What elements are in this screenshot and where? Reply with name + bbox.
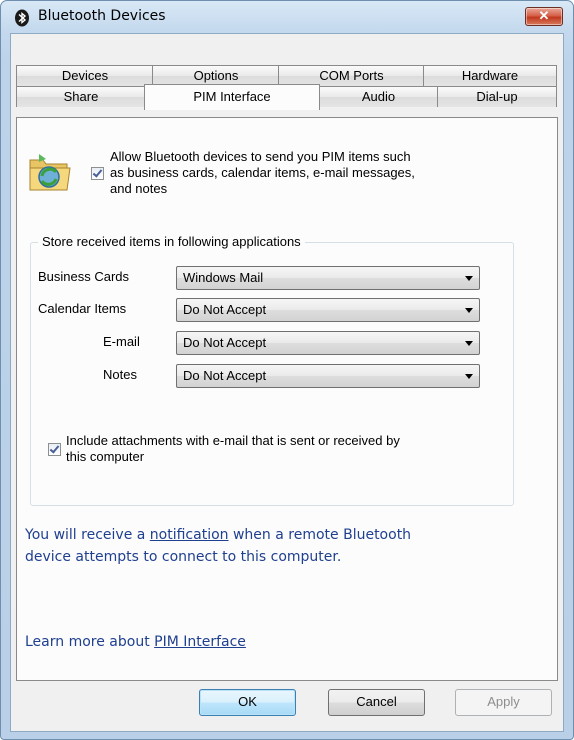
include-attachments-label-line2: this computer	[66, 449, 145, 464]
pim-interface-link[interactable]: PIM Interface	[154, 634, 246, 650]
pim-folder-icon	[29, 154, 71, 191]
calendar-items-label: Calendar Items	[38, 301, 127, 316]
tab-options[interactable]: Options	[152, 65, 280, 86]
notification-text-post: when a remote Bluetooth	[228, 527, 412, 543]
tab-hardware[interactable]: Hardware	[423, 65, 557, 86]
tab-pim-interface[interactable]: PIM Interface	[144, 84, 320, 110]
notes-select[interactable]: Do Not Accept	[176, 364, 480, 388]
notification-text-pre: You will receive a	[25, 527, 150, 543]
group-title: Store received items in following applic…	[38, 234, 305, 249]
learn-more-pre: Learn more about	[25, 634, 155, 650]
email-select[interactable]: Do Not Accept	[176, 331, 480, 355]
window-title: Bluetooth Devices	[38, 8, 166, 24]
dropdown-arrow-icon	[465, 308, 473, 313]
learn-more-text: Learn more about PIM Interface	[25, 631, 246, 653]
dropdown-arrow-icon	[465, 276, 473, 281]
include-attachments-label-line1: Include attachments with e-mail that is …	[66, 433, 400, 448]
tab-devices[interactable]: Devices	[16, 65, 154, 86]
tab-dial-up[interactable]: Dial-up	[437, 86, 557, 107]
allow-pim-checkbox[interactable]	[91, 167, 104, 180]
ok-button[interactable]: OK	[199, 689, 296, 716]
business-cards-select[interactable]: Windows Mail	[176, 266, 480, 290]
allow-pim-label-line2: as business cards, calendar items, e-mai…	[110, 165, 415, 180]
cancel-button[interactable]: Cancel	[328, 689, 425, 716]
title-bar[interactable]: Bluetooth Devices ✕	[1, 1, 573, 33]
calendar-items-value: Do Not Accept	[183, 302, 267, 317]
allow-pim-label-line3: and notes	[110, 181, 168, 196]
close-icon: ✕	[538, 8, 550, 23]
calendar-items-select[interactable]: Do Not Accept	[176, 298, 480, 322]
include-attachments-checkbox[interactable]	[48, 443, 61, 456]
email-label: E-mail	[103, 334, 140, 349]
business-cards-value: Windows Mail	[183, 270, 264, 285]
allow-pim-label-line1: Allow Bluetooth devices to send you PIM …	[110, 149, 411, 164]
dialog-client-area: Devices Options COM Ports Hardware Share…	[10, 33, 564, 732]
business-cards-label: Business Cards	[38, 269, 130, 284]
close-button[interactable]: ✕	[525, 7, 563, 26]
pim-interface-panel: Allow Bluetooth devices to send you PIM …	[16, 117, 558, 681]
apply-button[interactable]: Apply	[455, 689, 552, 716]
notification-info-line1: You will receive a notification when a r…	[25, 524, 411, 546]
dropdown-arrow-icon	[465, 374, 473, 379]
notes-value: Do Not Accept	[183, 368, 267, 383]
tab-com-ports[interactable]: COM Ports	[278, 65, 425, 86]
notification-link[interactable]: notification	[150, 527, 229, 543]
tab-share[interactable]: Share	[16, 86, 146, 107]
bluetooth-devices-window: Bluetooth Devices ✕ Devices Options COM …	[0, 0, 574, 740]
store-items-group: Store received items in following applic…	[30, 234, 514, 506]
notification-info-line2: device attempts to connect to this compu…	[25, 549, 342, 565]
tab-audio[interactable]: Audio	[318, 86, 439, 107]
email-value: Do Not Accept	[183, 335, 267, 350]
dropdown-arrow-icon	[465, 341, 473, 346]
notes-label: Notes	[103, 367, 137, 382]
bluetooth-icon	[15, 9, 29, 27]
